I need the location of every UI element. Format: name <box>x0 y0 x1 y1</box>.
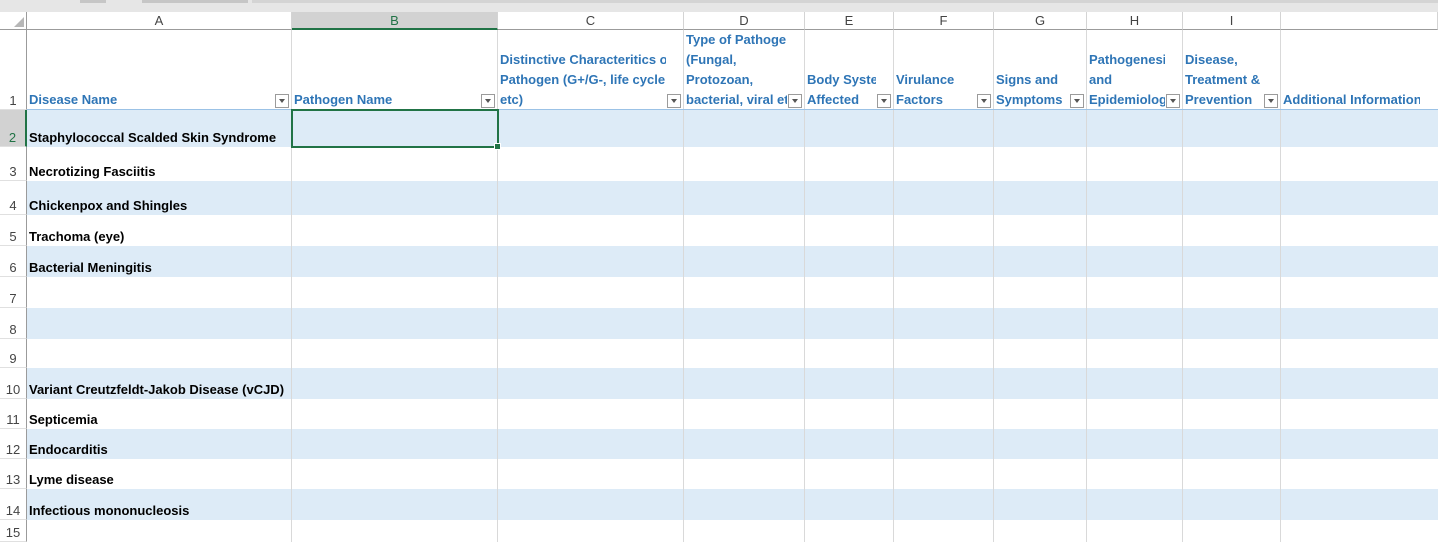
column-header-c[interactable]: C <box>498 12 684 30</box>
header-cell-d[interactable]: Type of Pathogen (Fungal, Protozoan, bacter… <box>684 30 805 110</box>
row-header-11[interactable]: 11 <box>0 399 27 429</box>
tab-edge-piece <box>80 0 106 3</box>
disease-name-cell[interactable]: Endocarditis <box>27 429 292 459</box>
disease-name-cell[interactable]: Lyme disease <box>27 459 292 489</box>
disease-name-cell[interactable]: Infectious mononucleosis <box>27 489 292 520</box>
header-text-line: Distinctive Characteritics of <box>500 52 666 67</box>
row-header-1[interactable]: 1 <box>0 30 27 110</box>
row-header-2[interactable]: 2 <box>0 110 27 147</box>
header-text-line: Epidemiology <box>1089 92 1165 107</box>
header-text-line: Pathogen (G+/G-, life cycle <box>500 72 666 87</box>
disease-name-cell[interactable]: Trachoma (eye) <box>27 215 292 246</box>
filter-dropdown-icon[interactable] <box>481 94 495 108</box>
header-text-line: Symptoms <box>996 92 1063 107</box>
disease-name-cell[interactable]: Variant Creutzfeldt-Jakob Disease (vCJD) <box>27 368 292 399</box>
header-text-line: Prevention <box>1185 92 1253 107</box>
header-text-line: Protozoan, <box>686 72 754 87</box>
column-header-h[interactable]: H <box>1087 12 1183 30</box>
column-header-g[interactable]: G <box>994 12 1087 30</box>
disease-name-cell[interactable] <box>27 277 292 308</box>
header-text-line: Pathogenesis <box>1089 52 1165 67</box>
header-text-line: Body System <box>807 72 876 87</box>
disease-name-cell[interactable] <box>27 520 292 542</box>
disease-name-cell[interactable]: Bacterial Meningitis <box>27 246 292 277</box>
row-header-12[interactable]: 12 <box>0 429 27 459</box>
disease-name-cell[interactable]: Staphylococcal Scalded Skin Syndrome <box>27 110 292 147</box>
row-header-15[interactable]: 15 <box>0 520 27 542</box>
header-text-line: Disease, <box>1185 52 1238 67</box>
disease-name-cell[interactable]: Necrotizing Fasciitis <box>27 147 292 181</box>
tab-edge-piece <box>252 0 1438 3</box>
filter-dropdown-icon[interactable] <box>977 94 991 108</box>
row-header-6[interactable]: 6 <box>0 246 27 277</box>
filter-dropdown-icon[interactable] <box>788 94 802 108</box>
select-all-corner[interactable] <box>0 12 27 30</box>
disease-name-cell[interactable] <box>27 339 292 368</box>
header-text-line: bacterial, viral etc <box>686 92 787 107</box>
row-header-8[interactable]: 8 <box>0 308 27 339</box>
header-text-line: Virulance <box>896 72 955 87</box>
header-cell-c[interactable]: Distinctive Characteritics of Pathogen (G… <box>498 30 684 110</box>
row-header-3[interactable]: 3 <box>0 147 27 181</box>
disease-name-cell[interactable]: Septicemia <box>27 399 292 429</box>
header-cell-a[interactable]: Disease Name <box>27 30 292 110</box>
row-header-5[interactable]: 5 <box>0 215 27 246</box>
column-header-a[interactable]: A <box>27 12 292 30</box>
row-header-7[interactable]: 7 <box>0 277 27 308</box>
header-text-line: Affected <box>807 92 860 107</box>
header-cell-j[interactable]: Additional Information <box>1281 30 1438 110</box>
tab-edge-piece <box>142 0 248 3</box>
header-text-line: Disease Name <box>29 92 118 107</box>
header-text-line: Factors <box>896 92 943 107</box>
header-text-line: Additional Information <box>1283 92 1420 107</box>
disease-name-cell[interactable]: Chickenpox and Shingles <box>27 181 292 215</box>
column-header-e[interactable]: E <box>805 12 894 30</box>
row-header-14[interactable]: 14 <box>0 489 27 520</box>
filter-dropdown-icon[interactable] <box>1264 94 1278 108</box>
fill-handle[interactable] <box>494 143 501 150</box>
row-header-4[interactable]: 4 <box>0 181 27 215</box>
filter-dropdown-icon[interactable] <box>275 94 289 108</box>
column-header-b[interactable]: B <box>292 12 498 30</box>
header-text-line: and <box>1089 72 1113 87</box>
row-header-9[interactable]: 9 <box>0 339 27 368</box>
header-text-line: Type of Pathogen <box>686 32 787 47</box>
column-header-d[interactable]: D <box>684 12 805 30</box>
column-header-i[interactable]: I <box>1183 12 1281 30</box>
ribbon-edge <box>0 0 1438 12</box>
header-text-line: etc) <box>500 92 524 107</box>
header-text-line: Treatment & <box>1185 72 1261 87</box>
row-header-13[interactable]: 13 <box>0 459 27 489</box>
header-text-line: Pathogen Name <box>294 92 393 107</box>
filter-dropdown-icon[interactable] <box>1070 94 1084 108</box>
row-header-10[interactable]: 10 <box>0 368 27 399</box>
header-text-line: (Fungal, <box>686 52 737 67</box>
column-header-blank[interactable] <box>1281 12 1438 30</box>
filter-dropdown-icon[interactable] <box>667 94 681 108</box>
column-header-f[interactable]: F <box>894 12 994 30</box>
disease-name-cell[interactable] <box>27 308 292 339</box>
active-cell-b2[interactable] <box>291 109 501 150</box>
select-all-triangle-icon <box>14 17 24 27</box>
filter-dropdown-icon[interactable] <box>1166 94 1180 108</box>
header-cell-b[interactable]: Pathogen Name <box>292 30 498 110</box>
filter-dropdown-icon[interactable] <box>877 94 891 108</box>
header-text-line: Signs and <box>996 72 1059 87</box>
